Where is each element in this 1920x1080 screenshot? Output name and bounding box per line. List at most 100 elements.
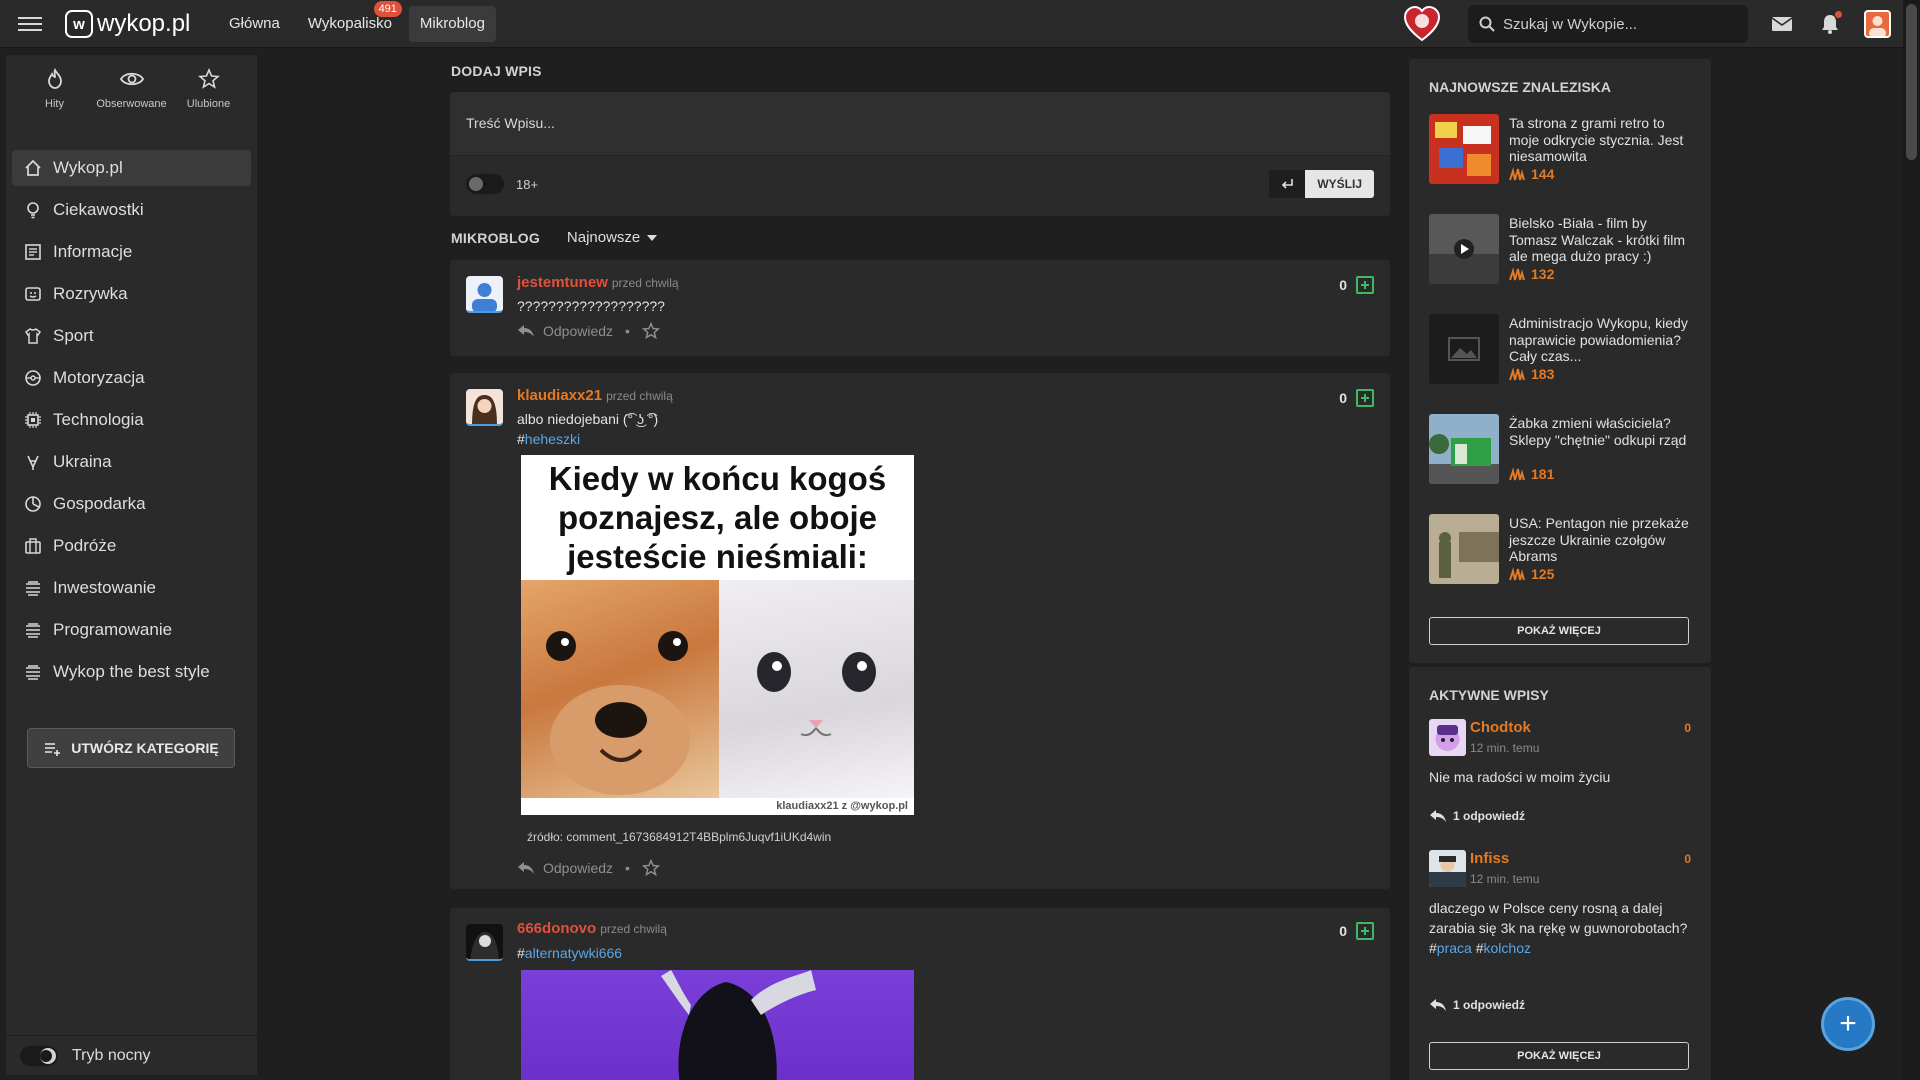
vote-count: 0 xyxy=(1339,277,1347,293)
tag-link[interactable]: praca xyxy=(1437,940,1472,956)
send-button[interactable]: WYŚLIJ xyxy=(1305,170,1374,198)
find-item[interactable]: Bielsko -Biała - film by Tomasz Walczak … xyxy=(1429,214,1691,286)
wykop-logo-icon: w xyxy=(65,10,93,38)
tag-link[interactable]: alternatywki666 xyxy=(525,945,622,961)
add-category-icon xyxy=(45,743,61,756)
entry-tags: #heheszki xyxy=(517,431,581,447)
vote-box: 0 xyxy=(1339,389,1374,407)
category-informacje[interactable]: Informacje xyxy=(12,234,251,270)
night-mode-toggle[interactable] xyxy=(20,1045,58,1066)
author-link[interactable]: Infiss xyxy=(1470,850,1509,867)
category-wykop-the-best-style[interactable]: Wykop the best style xyxy=(12,654,251,690)
sort-dropdown[interactable]: Najnowsze xyxy=(567,229,658,246)
quick-ulubione[interactable]: Ulubione xyxy=(170,68,247,125)
avatar[interactable] xyxy=(1429,850,1466,887)
category-rozrywka[interactable]: Rozrywka xyxy=(12,276,251,312)
category-sport[interactable]: Sport xyxy=(12,318,251,354)
cat-photo xyxy=(719,580,914,798)
search-input[interactable]: Szukaj w Wykopie... xyxy=(1468,5,1748,43)
category-inwestowanie[interactable]: Inwestowanie xyxy=(12,570,251,606)
entry-text: Nie ma radości w moim życiu xyxy=(1429,769,1611,785)
meme-caption: Kiedy w końcu kogoś poznajesz, ale oboje… xyxy=(548,460,887,575)
reply-icon xyxy=(518,325,534,337)
author-link[interactable]: Chodtok xyxy=(1470,719,1531,736)
category-gospodarka[interactable]: Gospodarka xyxy=(12,486,251,522)
category-ukraina[interactable]: Ukraina xyxy=(12,444,251,480)
hamburger-menu-icon[interactable] xyxy=(18,13,42,35)
floating-add-button[interactable]: + xyxy=(1821,997,1875,1051)
nav-mikroblog[interactable]: Mikroblog xyxy=(408,6,496,42)
enter-button[interactable] xyxy=(1269,170,1306,198)
mail-icon[interactable] xyxy=(1770,12,1794,36)
find-thumbnail xyxy=(1429,314,1499,384)
author-link[interactable]: 666donovo xyxy=(517,920,596,937)
plus-vote-icon[interactable] xyxy=(1356,389,1374,407)
entry-image[interactable]: Kiedy w końcu kogoś poznajesz, ale oboje… xyxy=(521,455,914,815)
find-item[interactable]: Żabka zmieni właściciela? Sklepy "chętni… xyxy=(1429,414,1691,486)
plus-vote-icon[interactable] xyxy=(1356,922,1374,940)
find-item[interactable]: Administracjo Wykopu, kiedy naprawicie p… xyxy=(1429,314,1691,386)
flame-icon xyxy=(47,68,62,89)
entry-image[interactable] xyxy=(521,970,914,1080)
author-link[interactable]: jestemtunew xyxy=(517,274,608,291)
quick-hity[interactable]: Hity xyxy=(16,68,93,125)
category-programowanie[interactable]: Programowanie xyxy=(12,612,251,648)
category-wykop[interactable]: Wykop.pl xyxy=(12,150,251,186)
active-entry[interactable]: Chodtok 12 min. temu 0 Nie ma radości w … xyxy=(1429,719,1691,829)
active-entries-panel: AKTYWNE WPISY Chodtok 12 min. temu 0 Nie… xyxy=(1409,667,1711,1080)
category-list: Wykop.pl Ciekawostki Informacje Rozrywka… xyxy=(6,150,257,690)
reply-button[interactable]: Odpowiedz xyxy=(517,323,613,339)
category-technologia[interactable]: Technologia xyxy=(12,402,251,438)
find-thumbnail xyxy=(1429,114,1499,184)
plus-vote-icon[interactable] xyxy=(1356,276,1374,294)
scrollbar[interactable] xyxy=(1903,0,1920,1080)
nav-glowna[interactable]: Główna xyxy=(218,6,291,42)
star-icon xyxy=(197,68,220,89)
notifications-button[interactable] xyxy=(1818,11,1842,36)
find-count: 181 xyxy=(1509,466,1554,482)
heart-emblem-icon[interactable] xyxy=(1402,4,1442,44)
replies-link[interactable]: 1 odpowiedź xyxy=(1429,998,1525,1012)
feed-heading: MIKROBLOG xyxy=(451,229,540,246)
find-count: 144 xyxy=(1509,166,1554,182)
category-podroze[interactable]: Podróże xyxy=(12,528,251,564)
entry-textarea[interactable]: Treść Wpisu... xyxy=(450,92,1390,156)
entry-meta: 666donovo przed chwilą xyxy=(517,920,667,937)
stack-icon xyxy=(26,581,40,596)
nav-wykopalisko[interactable]: Wykopalisko 491 xyxy=(297,1,403,42)
find-item[interactable]: USA: Pentagon nie przekaże jeszcze Ukrai… xyxy=(1429,514,1691,586)
show-more-active-button[interactable]: POKAŻ WIĘCEJ xyxy=(1429,1042,1689,1070)
entry-time: przed chwilą xyxy=(611,276,679,290)
adult-toggle[interactable] xyxy=(466,174,504,194)
chart-icon xyxy=(25,496,41,512)
author-link[interactable]: klaudiaxx21 xyxy=(517,387,602,404)
entry-meta: jestemtunew przed chwilą xyxy=(517,274,679,291)
favorite-star-icon[interactable] xyxy=(641,859,660,877)
create-category-button[interactable]: UTWÓRZ KATEGORIĘ xyxy=(27,728,235,768)
newspaper-icon xyxy=(25,244,41,260)
tag-link[interactable]: heheszki xyxy=(525,431,580,447)
main-nav: Główna Wykopalisko 491 Mikroblog xyxy=(218,1,502,42)
user-avatar[interactable] xyxy=(1864,10,1891,38)
category-motoryzacja[interactable]: Motoryzacja xyxy=(12,360,251,396)
night-mode-label: Tryb nocny xyxy=(72,1046,151,1064)
avatar[interactable] xyxy=(466,924,503,961)
replies-link[interactable]: 1 odpowiedź xyxy=(1429,809,1525,823)
reply-button[interactable]: Odpowiedz xyxy=(517,860,613,876)
tag-link[interactable]: kolchoz xyxy=(1484,940,1531,956)
active-entry[interactable]: Infiss 12 min. temu 0 dlaczego w Polsce … xyxy=(1429,850,1691,1015)
suitcase-icon xyxy=(25,538,41,554)
show-more-finds-button[interactable]: POKAŻ WIĘCEJ xyxy=(1429,617,1689,645)
avatar[interactable] xyxy=(466,389,503,426)
entry-text: albo niedojebani (͡° ͜ʖ ͡°) xyxy=(517,411,659,427)
entry-time: 12 min. temu xyxy=(1470,741,1540,755)
category-ciekawostki[interactable]: Ciekawostki xyxy=(12,192,251,228)
avatar[interactable] xyxy=(466,276,503,313)
favorite-star-icon[interactable] xyxy=(641,322,660,340)
avatar[interactable] xyxy=(1429,719,1466,756)
logo[interactable]: w wykop.pl xyxy=(65,10,190,38)
enter-icon xyxy=(1282,179,1294,189)
find-item[interactable]: Ta strona z grami retro to moje odkrycie… xyxy=(1429,114,1691,186)
scrollbar-thumb[interactable] xyxy=(1906,4,1917,160)
quick-obserwowane[interactable]: Obserwowane xyxy=(93,68,170,125)
